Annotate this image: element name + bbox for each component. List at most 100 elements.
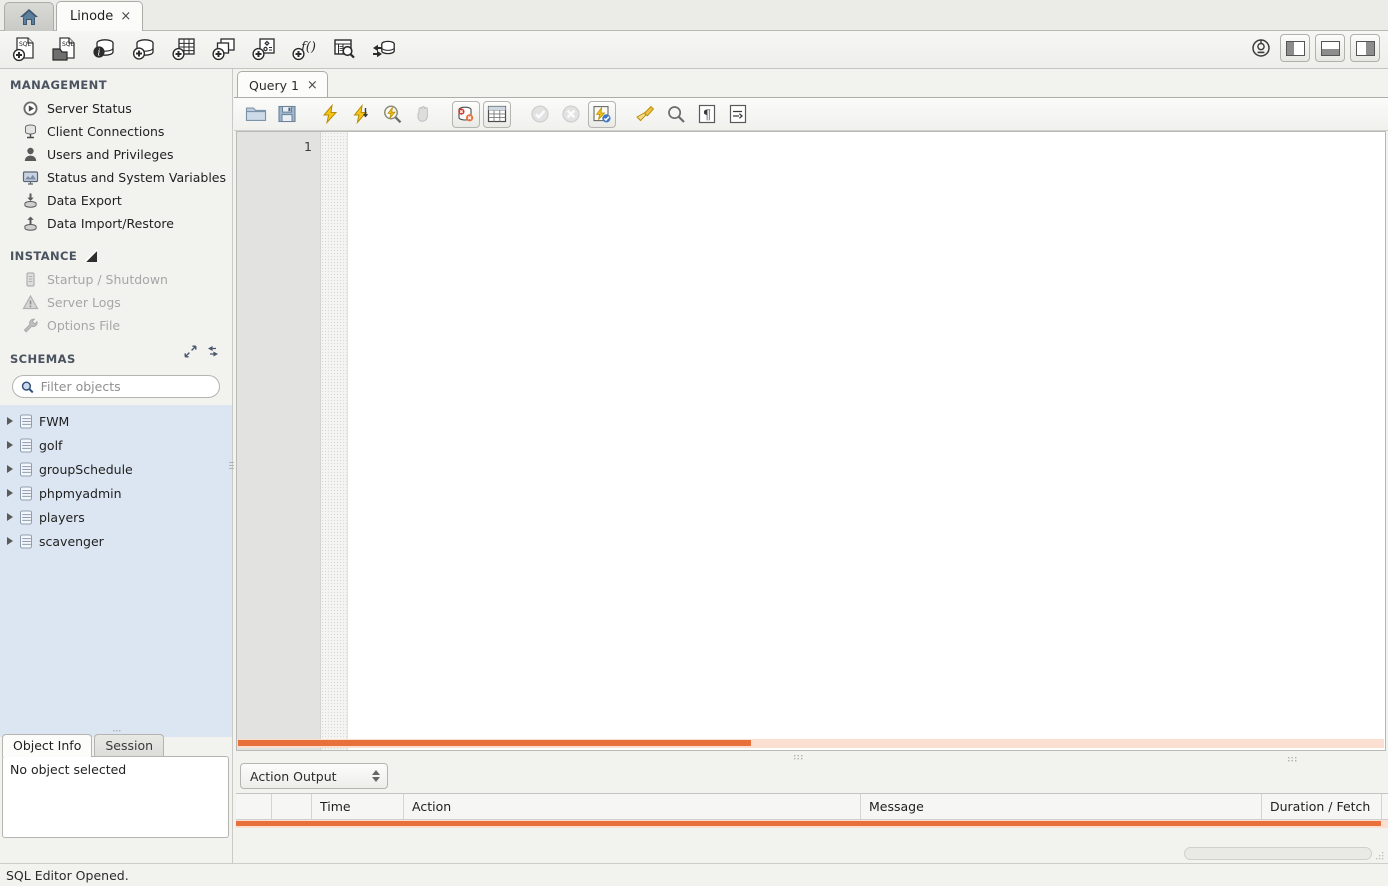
output-horizontal-scrollbar[interactable] (236, 820, 1388, 828)
connect-info-button[interactable]: i (86, 32, 122, 66)
column-header-blank-1[interactable] (236, 794, 272, 819)
home-tab[interactable] (4, 2, 54, 31)
sidebar-item-server-status[interactable]: Server Status (0, 97, 232, 120)
toggle-output-button[interactable] (1315, 34, 1345, 62)
tab-object-info[interactable]: Object Info (2, 734, 92, 757)
find-button[interactable] (662, 101, 690, 128)
user-icon (22, 146, 39, 163)
connection-tab[interactable]: Linode × (56, 1, 143, 31)
sql-text-area[interactable] (349, 132, 1385, 750)
output-scroll-thumb[interactable] (1184, 847, 1372, 860)
toggle-stop-on-error-button[interactable] (452, 101, 480, 128)
new-routine-button[interactable] (246, 32, 282, 66)
sidebar-item-options-file[interactable]: Options File (0, 314, 232, 337)
reconnect-button[interactable] (366, 32, 402, 66)
save-script-button[interactable] (273, 101, 301, 128)
stop-execution-button[interactable] (409, 101, 437, 128)
schema-icon (19, 438, 33, 453)
execute-statement-button[interactable] (316, 101, 344, 128)
svg-text:SQL: SQL (62, 41, 75, 48)
stop-hand-icon (413, 104, 433, 124)
lightning-bolt-icon (320, 104, 340, 124)
column-header-action[interactable]: Action (404, 794, 861, 819)
output-splitter-grip[interactable] (1286, 753, 1300, 760)
main-tabstrip: Linode × (0, 0, 1388, 31)
open-sql-file-icon: SQL (51, 36, 77, 62)
sidebar-item-data-import-restore[interactable]: Data Import/Restore (0, 212, 232, 235)
column-header-duration-fetch[interactable]: Duration / Fetch (1262, 794, 1382, 819)
chevron-right-icon[interactable] (7, 417, 13, 425)
new-view-icon (211, 36, 237, 62)
sidebar-item-data-export[interactable]: Data Export (0, 189, 232, 212)
toggle-invisible-chars-button[interactable]: ¶ (693, 101, 721, 128)
query-tabstrip: Query 1 × (234, 69, 1388, 98)
schema-item-scavenger[interactable]: scavenger (0, 529, 232, 553)
query-tab-1[interactable]: Query 1 × (237, 71, 328, 98)
toggle-autocommit-button[interactable] (588, 101, 616, 128)
toolbar-separator (514, 101, 523, 128)
rollback-button[interactable] (557, 101, 585, 128)
new-table-button[interactable] (166, 32, 202, 66)
sidebar-item-client-connections[interactable]: Client Connections (0, 120, 232, 143)
schema-item-golf[interactable]: golf (0, 433, 232, 457)
commit-button[interactable] (526, 101, 554, 128)
server-status-icon (22, 100, 39, 117)
sidebar-item-server-logs[interactable]: Server Logs (0, 291, 232, 314)
scrollbar-thumb[interactable] (238, 740, 751, 746)
toggle-wrapping-button[interactable] (724, 101, 752, 128)
spinner-icon[interactable] (372, 770, 380, 782)
mysql-workbench-window: Linode × SQL SQL (0, 0, 1388, 886)
toggle-sidebar-button[interactable] (1280, 34, 1310, 62)
sidebar-item-status-and-system-variables[interactable]: Status and System Variables (0, 166, 232, 189)
schema-icon (19, 534, 33, 549)
open-sql-script-button[interactable]: SQL (46, 32, 82, 66)
schema-item-phpmyadmin[interactable]: phpmyadmin (0, 481, 232, 505)
schema-item-label: players (39, 510, 85, 525)
query-tab-close-icon[interactable]: × (306, 79, 319, 92)
explain-statement-button[interactable] (378, 101, 406, 128)
chevron-right-icon[interactable] (7, 513, 13, 521)
chevron-right-icon[interactable] (7, 537, 13, 545)
search-input[interactable] (39, 378, 211, 395)
magnifier-lightning-icon (382, 104, 402, 124)
inspect-table-button[interactable] (326, 32, 362, 66)
new-sql-tab-button[interactable]: SQL (6, 32, 42, 66)
schema-item-fwm[interactable]: FWM (0, 409, 232, 433)
action-output-header: Time Action Message Duration / Fetch (236, 794, 1388, 820)
column-header-message[interactable]: Message (861, 794, 1262, 819)
editor-horizontal-scrollbar[interactable] (238, 739, 1384, 748)
connection-tab-close-icon[interactable]: × (119, 10, 132, 23)
column-header-time[interactable]: Time (312, 794, 404, 819)
open-script-button[interactable] (242, 101, 270, 128)
client-connections-icon (22, 123, 39, 140)
scratch-button[interactable] (1247, 34, 1275, 62)
output-type-selector[interactable]: Action Output (240, 763, 388, 789)
query-tab-label: Query 1 (249, 78, 299, 93)
beautify-sql-button[interactable] (631, 101, 659, 128)
scrollbar-thumb[interactable] (236, 821, 1381, 826)
sql-editor-pane[interactable]: 1 (236, 131, 1386, 751)
sidebar-item-startup-shutdown[interactable]: Startup / Shutdown (0, 268, 232, 291)
sidebar-item-users-and-privileges[interactable]: Users and Privileges (0, 143, 232, 166)
object-info-tabs: Object Info Session (0, 735, 233, 757)
new-function-button[interactable]: f() (286, 32, 322, 66)
toggle-secondary-sidebar-button[interactable] (1350, 34, 1380, 62)
schema-icon (19, 486, 33, 501)
new-schema-button[interactable] (126, 32, 162, 66)
chevron-right-icon[interactable] (7, 465, 13, 473)
toggle-limit-rows-button[interactable] (483, 101, 511, 128)
column-header-blank-2[interactable] (272, 794, 312, 819)
resize-grip-icon[interactable] (1375, 851, 1386, 862)
object-info-splitter[interactable] (108, 729, 126, 734)
line-number: 1 (237, 138, 320, 156)
tab-session[interactable]: Session (94, 734, 164, 757)
chevron-right-icon[interactable] (7, 441, 13, 449)
schema-item-groupschedule[interactable]: groupSchedule (0, 457, 232, 481)
refresh-icon[interactable] (206, 345, 220, 358)
execute-current-statement-button[interactable] (347, 101, 375, 128)
schema-item-players[interactable]: players (0, 505, 232, 529)
chevron-right-icon[interactable] (7, 489, 13, 497)
filter-objects-box[interactable] (12, 375, 220, 398)
new-view-button[interactable] (206, 32, 242, 66)
collapse-arrows-icon[interactable] (184, 345, 197, 358)
